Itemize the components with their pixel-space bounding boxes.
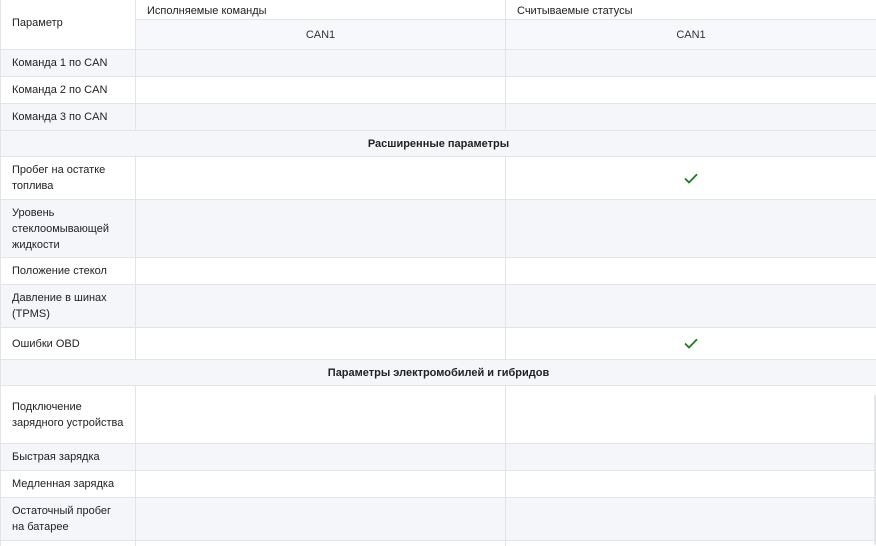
commands-column-header: Исполняемые команды — [135, 0, 506, 20]
statuses-cell — [505, 284, 876, 328]
commands-cell — [135, 257, 506, 285]
commands-cell — [135, 443, 506, 471]
table-row: Положение стекол — [0, 257, 876, 285]
section-title: Параметры электромобилей и гибридов — [0, 359, 876, 386]
table-row: Уровень стеклоомывающей жидкости — [0, 199, 876, 258]
statuses-cell — [505, 470, 876, 498]
table-row: Подключение зарядного устройства — [0, 385, 876, 444]
statuses-cell — [505, 497, 876, 541]
features-table: Параметр Исполняемые команды Считываемые… — [0, 0, 876, 546]
commands-cell — [135, 156, 506, 200]
param-cell: Быстрая зарядка — [0, 443, 136, 471]
section-header-row: Параметры электромобилей и гибридов — [0, 359, 876, 386]
page: Параметр Исполняемые команды Считываемые… — [0, 0, 876, 546]
table-row: Команда 3 по CAN — [0, 103, 876, 131]
param-cell: Положение стекол — [0, 257, 136, 285]
param-cell: Команда 2 по CAN — [0, 76, 136, 104]
statuses-cell — [505, 540, 876, 546]
table-row: Давление в шинах (TPMS) — [0, 284, 876, 328]
commands-cell — [135, 540, 506, 546]
param-cell: Пробег на остатке топлива — [0, 156, 136, 200]
statuses-cell — [505, 385, 876, 444]
statuses-column-header: Считываемые статусы — [505, 0, 876, 20]
commands-cell — [135, 284, 506, 328]
param-column-header: Параметр — [0, 0, 136, 50]
table-row: Медленная зарядка — [0, 470, 876, 498]
param-cell: Команда 1 по CAN — [0, 49, 136, 77]
commands-cell — [135, 327, 506, 360]
table-row: Пробег на остатке топлива — [0, 156, 876, 200]
param-cell: Уровень стеклоомывающей жидкости — [0, 199, 136, 258]
table-row: Команда 1 по CAN — [0, 49, 876, 77]
commands-cell — [135, 497, 506, 541]
checkmark-icon — [684, 338, 698, 350]
commands-cell — [135, 385, 506, 444]
section-header-row: Расширенные параметры — [0, 130, 876, 157]
statuses-cell — [505, 49, 876, 77]
table-row: Остаточный пробег на батарее — [0, 497, 876, 541]
table-row: Ошибки OBD — [0, 327, 876, 360]
statuses-cell — [505, 257, 876, 285]
commands-subheader: CAN1 — [135, 19, 506, 50]
commands-cell — [135, 199, 506, 258]
checkmark-icon — [684, 172, 698, 184]
param-cell: Давление в шинах (TPMS) — [0, 284, 136, 328]
commands-cell — [135, 470, 506, 498]
statuses-cell — [505, 156, 876, 200]
statuses-cell — [505, 327, 876, 360]
param-cell: Медленная зарядка — [0, 470, 136, 498]
commands-cell — [135, 76, 506, 104]
param-cell: Команда 3 по CAN — [0, 103, 136, 131]
table-row: Быстрая зарядка — [0, 443, 876, 471]
table-row: Команда 2 по CAN — [0, 76, 876, 104]
param-cell — [0, 540, 136, 546]
table-row — [0, 540, 876, 546]
commands-cell — [135, 103, 506, 131]
statuses-cell — [505, 103, 876, 131]
table-header-row: Параметр Исполняемые команды Считываемые… — [0, 0, 876, 50]
param-cell: Ошибки OBD — [0, 327, 136, 360]
commands-cell — [135, 49, 506, 77]
param-cell: Остаточный пробег на батарее — [0, 497, 136, 541]
statuses-cell — [505, 443, 876, 471]
statuses-cell — [505, 76, 876, 104]
param-cell: Подключение зарядного устройства — [0, 385, 136, 444]
statuses-subheader: CAN1 — [505, 19, 876, 50]
section-title: Расширенные параметры — [0, 130, 876, 157]
statuses-cell — [505, 199, 876, 258]
